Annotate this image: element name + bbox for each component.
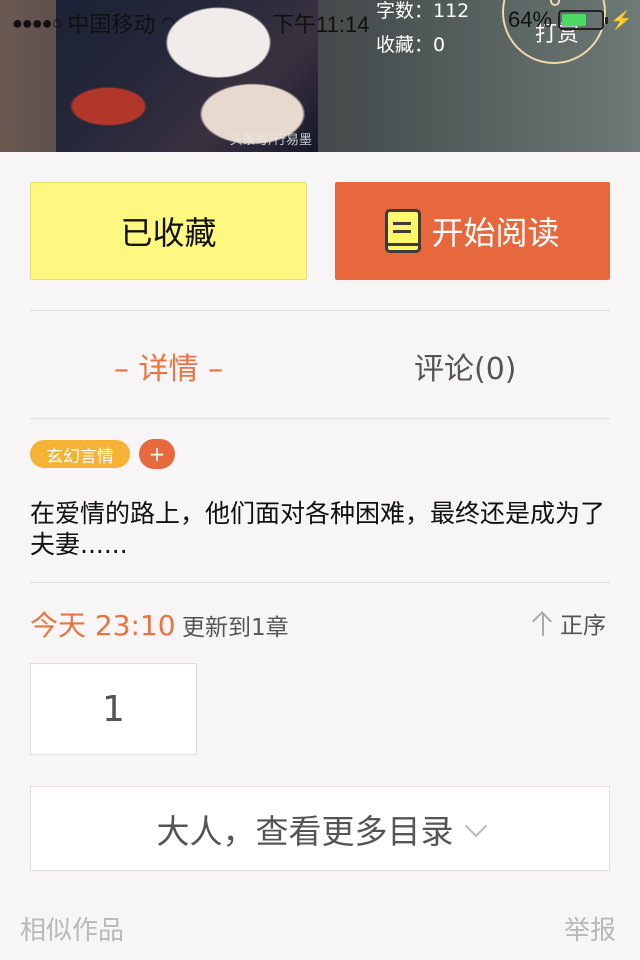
start-reading-label: 开始阅读 [431, 214, 560, 252]
add-tag-button[interactable]: + [139, 439, 175, 469]
arrow-up-icon [532, 610, 554, 636]
more-catalog-button[interactable]: 大人，查看更多目录 [30, 786, 610, 871]
tab-detail[interactable]: – 详情 – [114, 338, 223, 394]
battery-percent: 64% [508, 7, 553, 32]
start-reading-button[interactable]: 开始阅读 [335, 182, 610, 280]
chapter-item[interactable]: 1 [30, 663, 197, 755]
divider [30, 310, 610, 311]
carrier-name: 中国移动 [67, 12, 156, 37]
sort-order-button[interactable]: 正序 [532, 606, 606, 640]
favorited-label: 已收藏 [120, 214, 217, 252]
more-catalog-label: 大人，查看更多目录 [156, 811, 454, 851]
genre-tag[interactable]: 玄幻言情 [30, 440, 130, 468]
chapter-number: 1 [102, 688, 125, 730]
charging-icon: ⚡ [610, 9, 633, 30]
battery-fill [562, 14, 587, 26]
divider [30, 418, 610, 419]
wifi-icon: ◠ [161, 15, 176, 32]
signal-strength-icon: ●●●●○ [12, 12, 62, 33]
report-link[interactable]: 举报 [564, 910, 616, 947]
favorited-button[interactable]: 已收藏 [30, 182, 307, 280]
book-icon [385, 209, 422, 253]
update-time: 今天 23:10 [30, 609, 176, 642]
cover-watermark: 头条号/行易墨 [229, 133, 312, 148]
book-synopsis: 在爱情的路上，他们面对各种困难，最终还是成为了夫妻...... [30, 499, 606, 559]
status-bar: ●●●●○ 中国移动 ◠ 下午11:14 64% ⚡ [0, 0, 640, 40]
divider [30, 582, 610, 583]
chevron-down-icon [464, 814, 487, 837]
battery-icon [558, 10, 609, 30]
tab-comments[interactable]: 评论(0) [414, 338, 517, 394]
update-status: 更新到1章 [182, 615, 289, 641]
similar-works-heading: 相似作品 [20, 916, 125, 946]
sort-order-label: 正序 [560, 613, 606, 639]
clock: 下午11:14 [272, 12, 370, 37]
